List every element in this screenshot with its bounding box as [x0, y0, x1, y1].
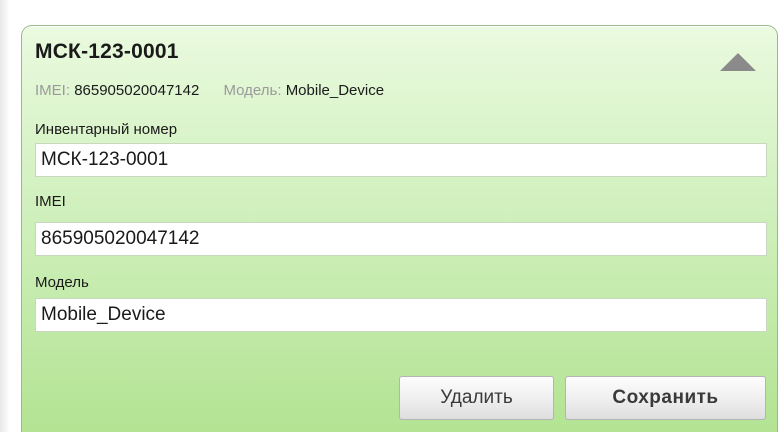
- triangle-up-icon: [720, 53, 756, 71]
- model-label: Модель: [35, 274, 89, 291]
- summary-imei-key: IMEI:: [35, 82, 71, 99]
- inventory-number-label: Инвентарный номер: [35, 121, 178, 138]
- delete-button[interactable]: Удалить: [399, 376, 554, 420]
- imei-label: IMEI: [35, 193, 66, 210]
- card-title: МСК-123-0001: [35, 40, 179, 63]
- summary-imei-value: 865905020047142: [74, 82, 200, 99]
- collapse-button[interactable]: [719, 52, 757, 72]
- device-card: МСК-123-0001 IMEI: 865905020047142 Модел…: [21, 25, 778, 432]
- summary-model-value: Mobile_Device: [285, 82, 385, 99]
- card-summary: IMEI: 865905020047142 Модель: Mobile_Dev…: [35, 82, 404, 99]
- imei-input[interactable]: [35, 222, 767, 256]
- page: МСК-123-0001 IMEI: 865905020047142 Модел…: [0, 0, 780, 432]
- save-button[interactable]: Сохранить: [565, 376, 766, 420]
- page-left-edge: [0, 0, 10, 432]
- inventory-number-input[interactable]: [35, 143, 767, 177]
- summary-model-key: Модель:: [223, 82, 282, 99]
- model-input[interactable]: [35, 298, 767, 332]
